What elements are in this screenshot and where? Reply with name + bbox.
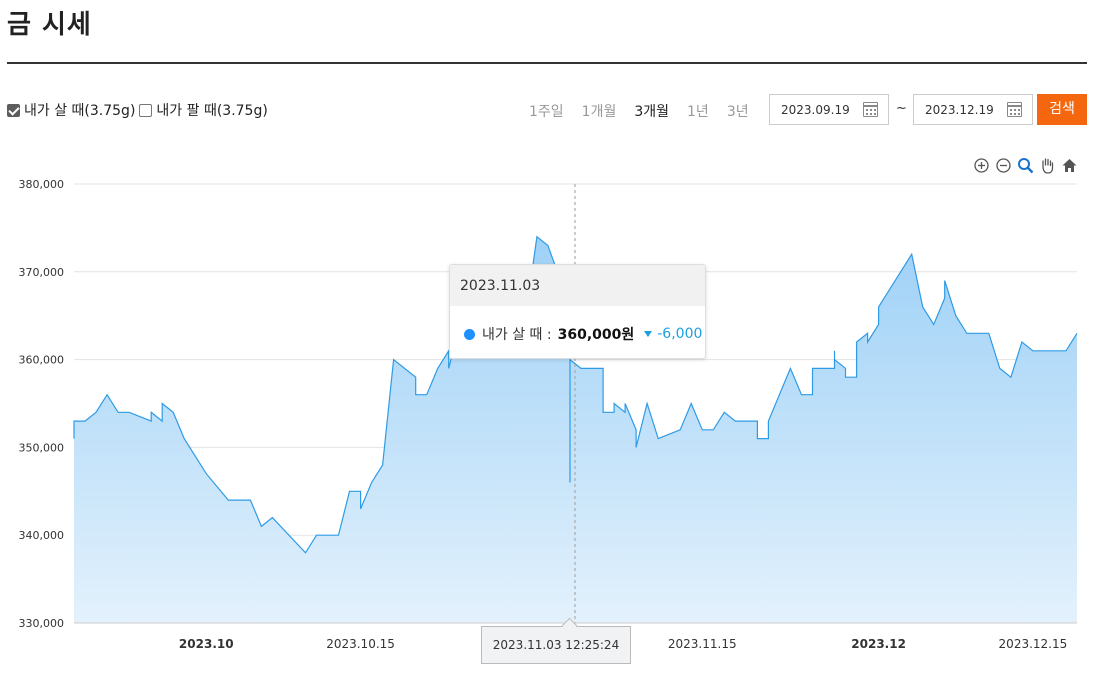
tooltip-row: 내가 살 때 : 360,000원 -6,000 [450,306,705,344]
zoom-select-icon[interactable] [1017,157,1034,174]
down-arrow-icon [644,331,653,337]
y-tick-label: 380,000 [19,178,65,191]
zoom-out-icon[interactable] [995,157,1012,174]
chart-toolbar [973,157,1078,174]
data-tooltip: 2023.11.03 내가 살 때 : 360,000원 -6,000 [449,264,706,359]
series-marker [464,328,475,340]
y-tick-label: 370,000 [19,266,65,279]
y-tick-label: 340,000 [19,529,65,542]
x-tick-label: 2023.10 [179,637,234,651]
tooltip-value: 360,000원 [557,327,635,343]
x-tick-label: 2023.12.15 [999,637,1068,651]
y-tick-label: 330,000 [19,617,65,630]
zoom-in-icon[interactable] [973,157,990,174]
y-tick-label: 360,000 [19,354,65,367]
tooltip-date: 2023.11.03 [450,265,705,306]
tooltip-series-name: 내가 살 때 : [482,327,552,343]
x-tick-label: 2023.12 [851,637,906,651]
x-tick-label: 2023.11.15 [668,637,737,651]
home-icon[interactable] [1061,157,1078,174]
x-tick-label: 2023.10.15 [326,637,395,651]
y-tick-label: 350,000 [19,441,65,454]
pan-hand-icon[interactable] [1039,157,1056,174]
crosshair-label: 2023.11.03 12:25:24 [481,626,631,664]
tooltip-change: -6,000 [657,326,703,342]
